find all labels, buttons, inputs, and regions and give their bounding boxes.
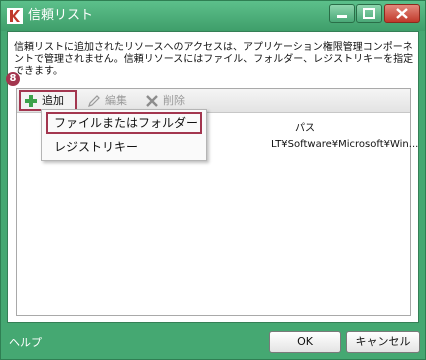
close-icon	[396, 8, 408, 19]
menu-item-registry-key[interactable]: レジストリキー	[50, 136, 138, 158]
path-column-header[interactable]: パス	[295, 119, 315, 134]
maximize-icon	[363, 8, 375, 19]
add-menu: ファイルまたはフォルダー レジストリキー	[41, 109, 207, 161]
add-button[interactable]: 追加	[19, 90, 77, 111]
maximize-button[interactable]	[356, 4, 382, 23]
menu-item-file-or-folder[interactable]: ファイルまたはフォルダー	[46, 112, 202, 134]
ok-button[interactable]: OK	[269, 331, 341, 353]
step-badge: 8	[6, 72, 20, 86]
pencil-icon	[88, 95, 100, 107]
description-text: 信頼リストに追加されたリソースへのアクセスは、アプリケーション権限管理コンポーネ…	[14, 42, 414, 77]
minimize-button[interactable]	[329, 4, 355, 23]
delete-button[interactable]: 削除	[145, 92, 185, 110]
dialog-content: 信頼リストに追加されたリソースへのアクセスは、アプリケーション権限管理コンポーネ…	[7, 31, 419, 323]
edit-button[interactable]: 編集	[87, 92, 127, 110]
minimize-icon	[337, 15, 347, 18]
plus-icon	[25, 94, 37, 107]
table-row[interactable]: LT¥Software¥Microsoft¥Win...	[271, 139, 418, 150]
window-title: 信頼リスト	[28, 8, 94, 23]
add-button-label: 追加	[42, 93, 64, 107]
x-icon	[146, 95, 158, 107]
close-button[interactable]	[384, 4, 420, 23]
cancel-button[interactable]: キャンセル	[346, 331, 420, 353]
edit-button-label: 編集	[105, 94, 127, 107]
row-path: LT¥Software¥Microsoft¥Win...	[271, 139, 419, 150]
trusted-list-window: 信頼リスト 信頼リストに追加されたリソースへのアクセスは、アプリケーション権限管…	[0, 0, 426, 360]
title-bar: 信頼リスト	[1, 1, 425, 31]
kaspersky-logo-icon	[7, 8, 23, 24]
delete-button-label: 削除	[163, 94, 185, 107]
help-link[interactable]: ヘルプ	[9, 334, 42, 350]
